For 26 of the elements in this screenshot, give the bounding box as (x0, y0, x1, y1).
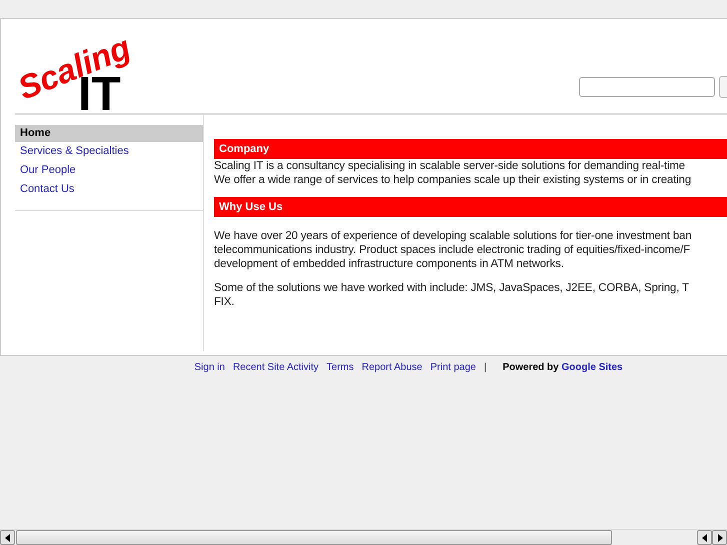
nav-link[interactable]: Contact Us (15, 181, 203, 198)
scroll-left-icon[interactable] (697, 530, 712, 545)
footer-link[interactable]: Report Abuse (362, 362, 422, 373)
nav-link[interactable]: Home (15, 125, 203, 142)
footer-link[interactable]: Sign in (194, 362, 225, 373)
paragraph-line: We offer a wide range of services to help companies scale up their existing systems or in creating (214, 173, 692, 187)
section-heading: Why Use Us (214, 197, 727, 217)
paragraph-line: Some of the solutions we have worked with include: JMS, JavaSpaces, J2EE, CORBA, Spring, T (214, 281, 690, 295)
scroll-left-icon[interactable] (0, 530, 15, 545)
nav-link[interactable]: Services & Specialties (15, 143, 203, 160)
footer-link[interactable]: Terms (326, 362, 354, 373)
scroll-right-icon[interactable] (712, 530, 727, 545)
paragraph-line: Scaling IT is a consultancy specialising in scalable server-side solutions for demanding real-time (214, 159, 686, 173)
powered-by-text: Powered by Google Sites (502, 362, 623, 373)
footer-link[interactable]: Recent Site Activity (232, 362, 319, 373)
horizontal-scrollbar[interactable] (0, 529, 727, 545)
scrollbar-thumb[interactable] (16, 530, 612, 545)
section-heading: Company (214, 139, 727, 159)
footer-separator: | (484, 362, 487, 373)
paragraph-line: FIX. (214, 295, 236, 309)
search-field[interactable] (579, 77, 715, 97)
paragraph-line: development of embedded infrastructure components in ATM networks. (214, 257, 565, 271)
paragraph-line: telecommunications industry. Product spaces include electronic trading of equities/fixed-income/F (214, 243, 692, 257)
footer-link[interactable]: Print page (430, 362, 476, 373)
paragraph-line: We have over 20 years of experience of developing scalable solutions for tier-one investment ban (214, 229, 692, 243)
nav-link[interactable]: Our People (15, 162, 203, 179)
